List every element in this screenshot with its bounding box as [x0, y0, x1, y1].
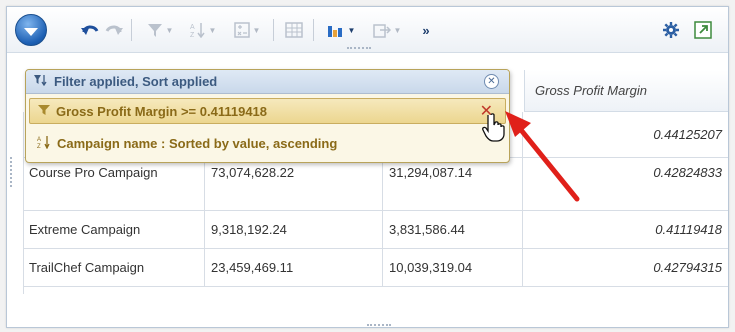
double-chevron-icon: » [422, 22, 430, 38]
toolbar-separator [313, 19, 314, 41]
sort-icon: A Z [190, 23, 205, 38]
sort-button[interactable]: A Z ▼ [185, 19, 221, 41]
dropdown-caret-icon: ▼ [347, 25, 356, 35]
filter-sort-icon [34, 74, 48, 89]
margin-cell: 0.41119418 [655, 222, 722, 237]
margin-cell: 0.42794315 [653, 260, 722, 275]
table-row: Course Pro Campaign 73,074,628.22 31,294… [23, 158, 728, 211]
svg-text:A: A [37, 137, 41, 143]
column-header-label: Gross Profit Margin [535, 83, 647, 98]
bottom-resize-grip[interactable] [367, 324, 391, 326]
side-resize-grip[interactable] [10, 157, 12, 187]
more-button[interactable]: » [417, 19, 435, 41]
chevron-down-icon [24, 27, 38, 36]
report-panel: ▼ A Z ▼ ▼ ▼ ▼ » Gross Profit Margin 0.44… [6, 6, 729, 328]
sort-item[interactable]: A Z Campaign name : Sorted by value, asc… [29, 130, 506, 156]
filter-button[interactable]: ▼ [142, 19, 178, 41]
column-header-gross-profit-margin[interactable]: Gross Profit Margin [524, 70, 728, 112]
gross-profit-cell: 3,831,586.44 [383, 211, 523, 248]
dropdown-caret-icon: ▼ [208, 25, 217, 35]
funnel-icon [147, 24, 162, 37]
sort-text: Campaign name : Sorted by value, ascendi… [57, 135, 338, 151]
undo-icon [81, 25, 99, 35]
popup-title: Filter applied, Sort applied [54, 74, 218, 89]
export-icon [372, 24, 391, 38]
filter-sort-popup: Filter applied, Sort applied ✕ Gross Pro… [25, 69, 510, 163]
redo-icon [105, 25, 123, 35]
export-button[interactable]: ▼ [369, 19, 405, 41]
revenue-cell: 9,318,192.24 [205, 211, 383, 248]
chart-button[interactable]: ▼ [323, 19, 359, 41]
dropdown-caret-icon: ▼ [393, 25, 402, 35]
svg-text:Z: Z [190, 32, 195, 38]
maximize-icon [694, 21, 712, 39]
dropdown-caret-icon: ▼ [165, 25, 174, 35]
table-button[interactable] [283, 19, 305, 41]
funnel-icon [38, 104, 50, 119]
redo-button[interactable] [103, 19, 125, 41]
filter-text: Gross Profit Margin >= 0.41119418 [56, 103, 268, 119]
gross-profit-cell: 10,039,319.04 [383, 249, 523, 286]
bar-chart-icon [327, 26, 342, 37]
table-row: TrailChef Campaign 23,459,469.11 10,039,… [23, 249, 728, 287]
table-icon [285, 22, 303, 38]
toolbar-separator [273, 19, 274, 41]
undo-button[interactable] [79, 19, 101, 41]
svg-text:A: A [190, 24, 195, 31]
campaign-cell: Extreme Campaign [23, 211, 205, 248]
svg-text:Z: Z [37, 144, 41, 149]
dropdown-caret-icon: ▼ [252, 25, 261, 35]
top-resize-grip[interactable] [347, 47, 371, 49]
popup-header: Filter applied, Sort applied ✕ [26, 70, 509, 94]
annotation-arrow-icon [505, 111, 580, 202]
toolbar: ▼ A Z ▼ ▼ ▼ ▼ » [7, 7, 728, 53]
toolbar-separator [131, 19, 132, 41]
campaign-cell: TrailChef Campaign [23, 249, 205, 286]
campaign-cell: Course Pro Campaign [23, 158, 205, 210]
calculation-button[interactable]: ▼ [229, 19, 265, 41]
table-row: Extreme Campaign 9,318,192.24 3,831,586.… [23, 211, 728, 249]
close-icon[interactable]: ✕ [484, 74, 499, 89]
menu-button[interactable] [15, 14, 47, 46]
filter-item[interactable]: Gross Profit Margin >= 0.41119418 ✕ [29, 98, 506, 124]
settings-button[interactable] [660, 19, 682, 41]
sort-icon: A Z [37, 135, 51, 152]
calculator-icon [233, 22, 250, 38]
revenue-cell: 23,459,469.11 [205, 249, 383, 286]
maximize-button[interactable] [692, 19, 714, 41]
revenue-cell: 73,074,628.22 [205, 158, 383, 210]
gear-icon [663, 22, 679, 38]
